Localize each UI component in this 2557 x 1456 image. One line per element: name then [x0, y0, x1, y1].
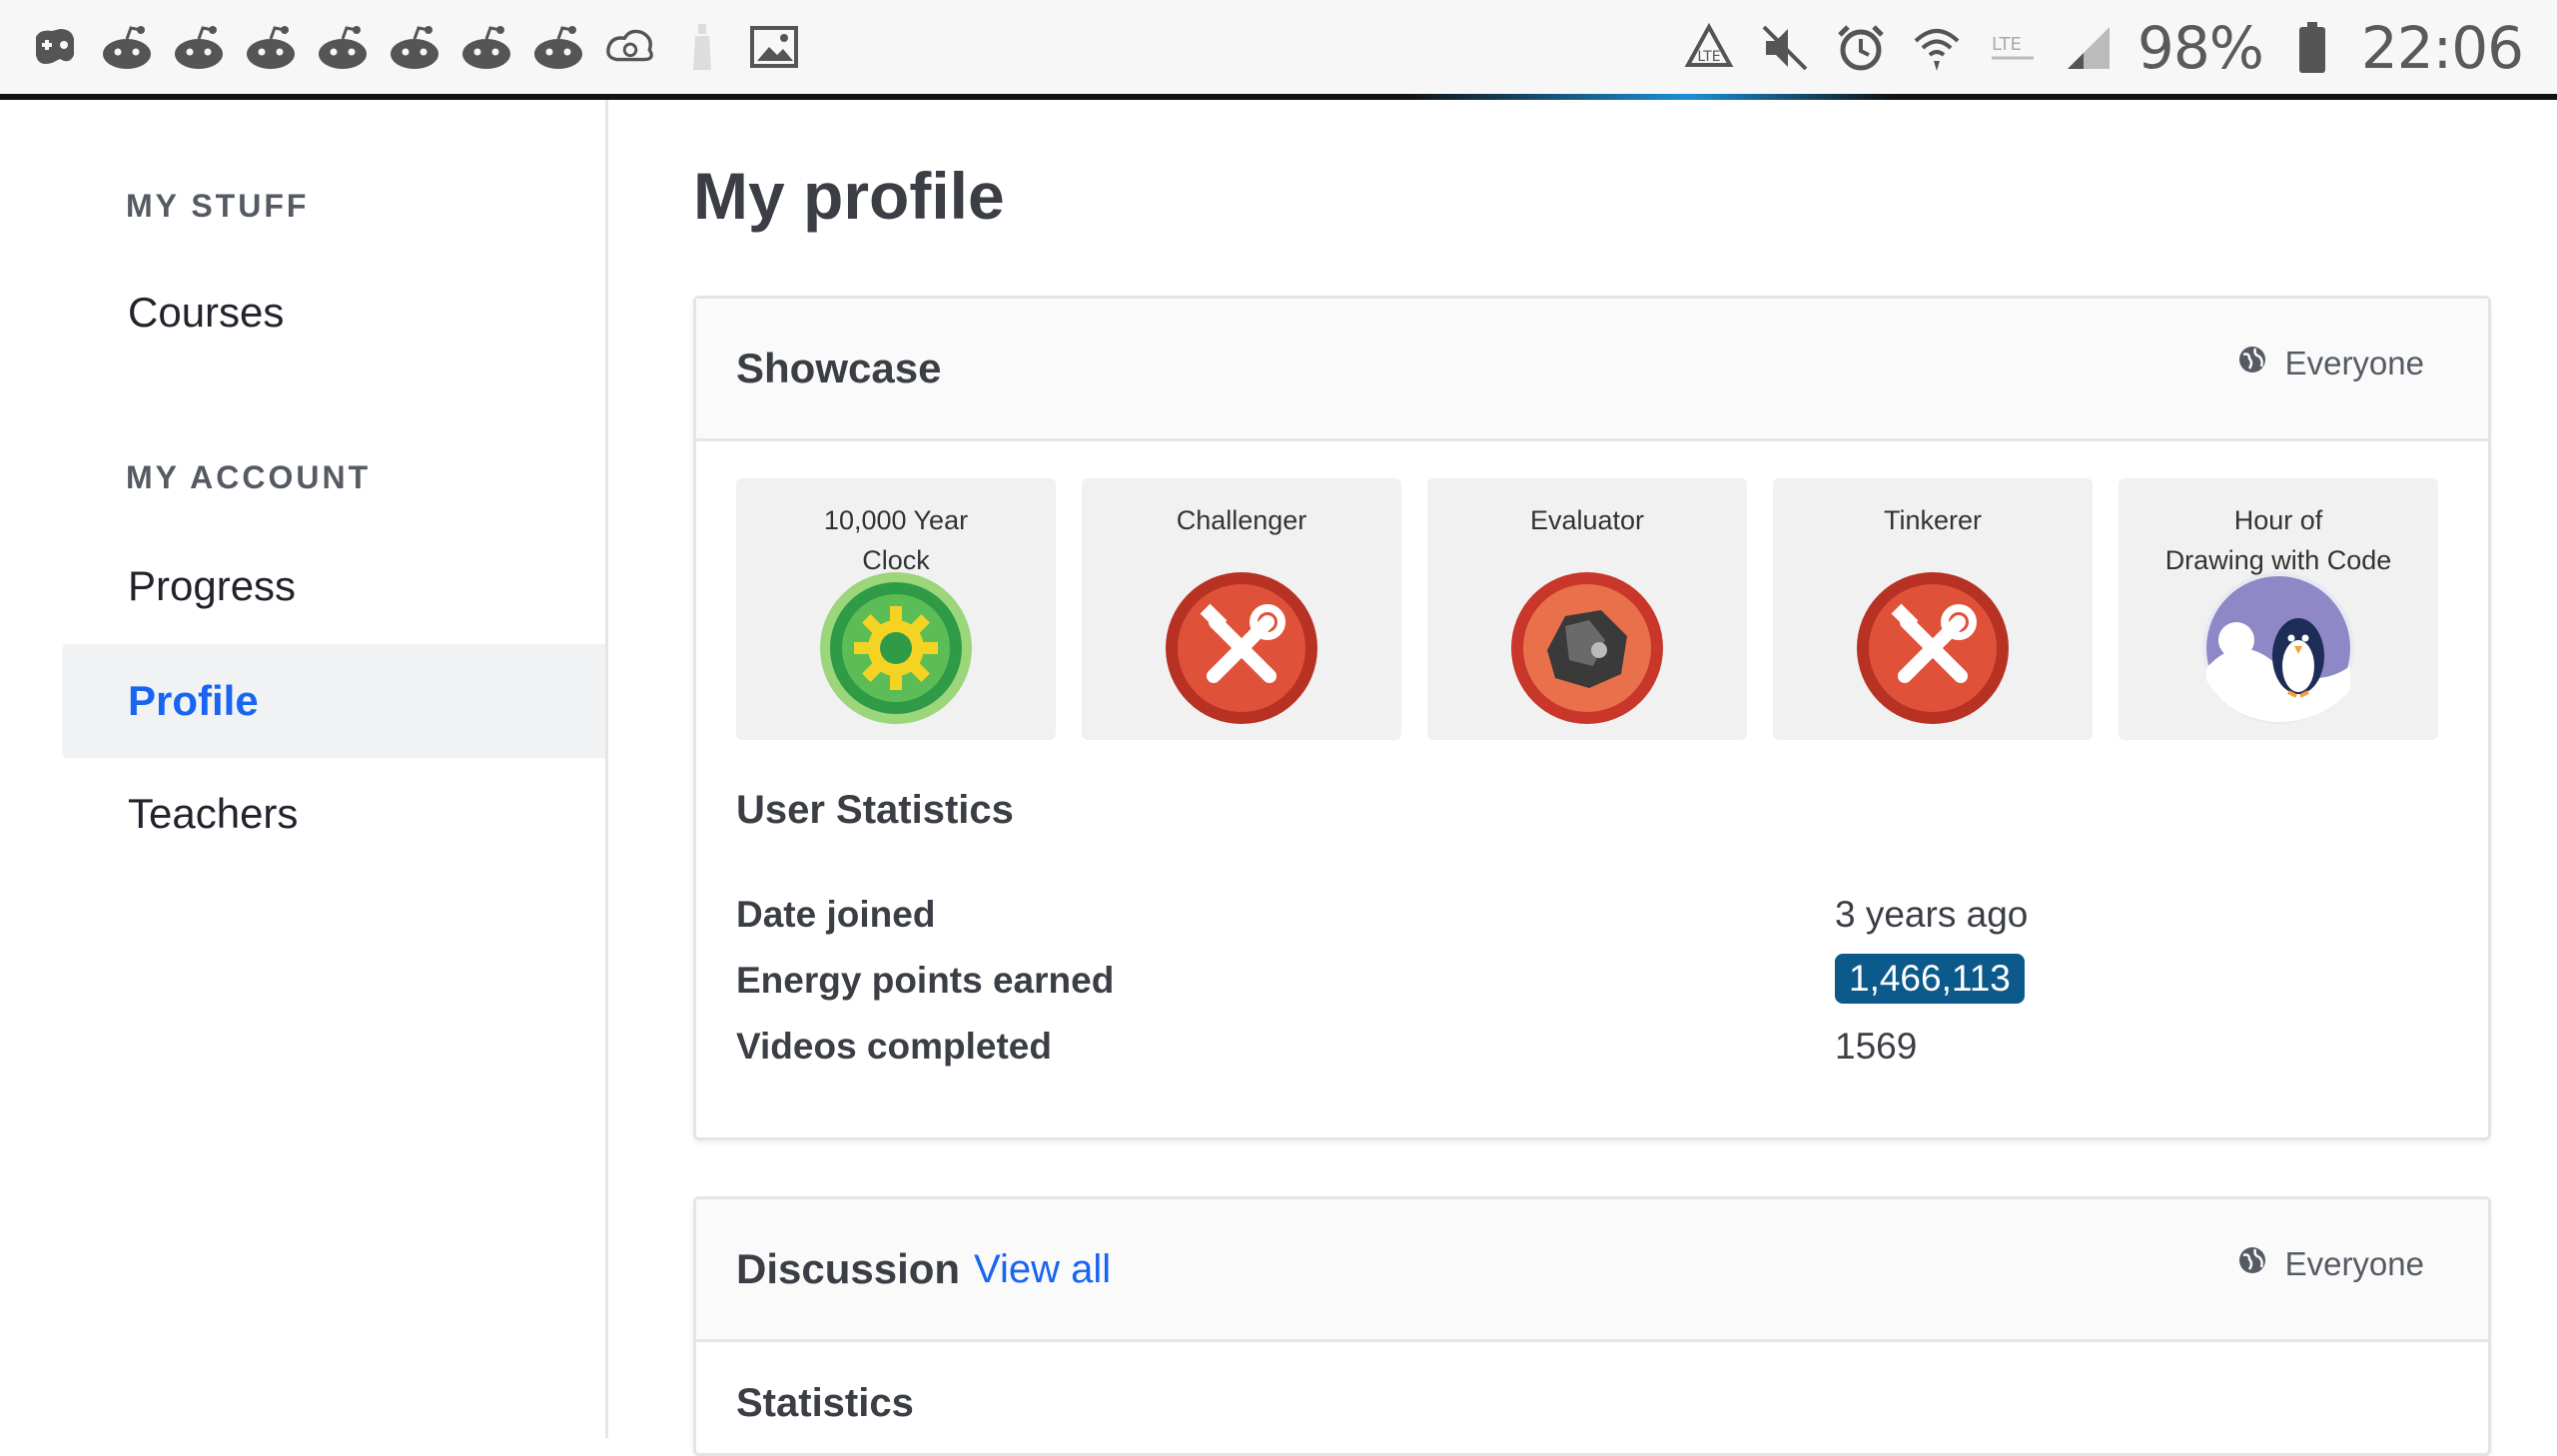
penguin-badge-icon: [2202, 572, 2354, 724]
lte-icon: LTE: [1986, 21, 2040, 75]
badge-hour-of-drawing-with-code[interactable]: Hour of Drawing with Code: [2119, 478, 2438, 740]
badge-list: 10,000 Year Clock Challenger Evaluator T…: [736, 478, 2438, 740]
reddit-icon: [459, 20, 513, 74]
globe-icon: [2237, 345, 2267, 382]
gear-badge-icon: [820, 572, 972, 724]
signal-icon: [2062, 21, 2116, 75]
status-bar: LTE LTE 98% 22:06: [0, 0, 2557, 100]
reddit-icon: [531, 20, 585, 74]
battery-icon: [2285, 21, 2339, 75]
energy-points-badge: 1,466,113: [1835, 954, 2025, 1004]
alarm-icon: [1834, 21, 1888, 75]
stat-label: Energy points earned: [736, 960, 1115, 1001]
mute-icon: [1758, 21, 1812, 75]
wifi-icon: [1910, 21, 1964, 75]
page-title: My profile: [693, 159, 1005, 233]
svg-text:LTE: LTE: [1697, 49, 1720, 65]
showcase-visibility-selector[interactable]: Everyone: [2237, 345, 2424, 382]
globe-icon: [2237, 1245, 2267, 1283]
visibility-label: Everyone: [2284, 345, 2424, 381]
sidebar-item-courses[interactable]: Courses: [62, 256, 605, 369]
tools-badge-icon: [1857, 572, 2009, 724]
bottle-icon: [675, 20, 729, 74]
image-icon: [747, 20, 801, 74]
badge-name: Challenger: [1176, 505, 1307, 535]
reddit-icon: [172, 20, 226, 74]
discussion-visibility-selector[interactable]: Everyone: [2237, 1245, 2424, 1283]
badge-name: Evaluator: [1529, 505, 1645, 535]
stat-row-videos-completed: Videos completed 1569: [736, 1026, 2434, 1086]
view-all-link[interactable]: View all: [974, 1247, 1111, 1292]
discussion-card: Discussion View all Everyone Statistics: [693, 1196, 2491, 1456]
clock-time: 22:06: [2360, 14, 2524, 82]
discussion-header: Discussion View all Everyone: [696, 1199, 2488, 1342]
stat-value: 1569: [1835, 1026, 1918, 1067]
reddit-icon: [388, 20, 441, 74]
game-controller-icon: [28, 20, 82, 74]
recycle-icon: LTE: [1682, 21, 1736, 75]
visibility-label: Everyone: [2284, 1245, 2424, 1282]
badge-tinkerer[interactable]: Tinkerer: [1773, 478, 2093, 740]
showcase-header: Showcase Everyone: [696, 299, 2488, 441]
reddit-icon: [244, 20, 298, 74]
badge-name: Tinkerer: [1883, 505, 1983, 535]
sidebar-item-teachers[interactable]: Teachers: [62, 757, 605, 871]
sync-cloud-icon: [603, 20, 657, 74]
sidebar: MY STUFF Courses MY ACCOUNT Progress Pro…: [0, 100, 608, 1438]
stat-label: Date joined: [736, 894, 936, 935]
svg-text:LTE: LTE: [1992, 34, 2022, 55]
stat-value: 3 years ago: [1835, 894, 2029, 935]
discussion-title: Discussion: [736, 1245, 961, 1292]
user-statistics-title: User Statistics: [736, 788, 1014, 832]
discussion-statistics-title: Statistics: [736, 1381, 914, 1425]
tools-badge-icon: [1166, 572, 1317, 724]
badge-challenger[interactable]: Challenger: [1082, 478, 1401, 740]
reddit-icon: [100, 20, 154, 74]
badge-name: Hour of Drawing with Code: [2164, 505, 2392, 575]
my-account-header: MY ACCOUNT: [126, 459, 372, 495]
my-stuff-header: MY STUFF: [126, 188, 310, 224]
sidebar-item-profile[interactable]: Profile: [62, 644, 605, 758]
showcase-title: Showcase: [736, 345, 942, 391]
stat-label: Videos completed: [736, 1026, 1052, 1067]
badge-name: 10,000 Year Clock: [823, 505, 969, 575]
stat-row-date-joined: Date joined 3 years ago: [736, 894, 2434, 954]
showcase-card: Showcase Everyone 10,000 Year Clock Chall…: [693, 296, 2491, 1140]
badge-10000-year-clock[interactable]: 10,000 Year Clock: [736, 478, 1056, 740]
meteorite-badge-icon: [1511, 572, 1663, 724]
stat-row-energy-points: Energy points earned 1,466,113: [736, 954, 2434, 1020]
battery-percent: 98%: [2136, 14, 2264, 82]
sidebar-item-progress[interactable]: Progress: [62, 529, 605, 643]
reddit-icon: [316, 20, 370, 74]
badge-evaluator[interactable]: Evaluator: [1427, 478, 1747, 740]
